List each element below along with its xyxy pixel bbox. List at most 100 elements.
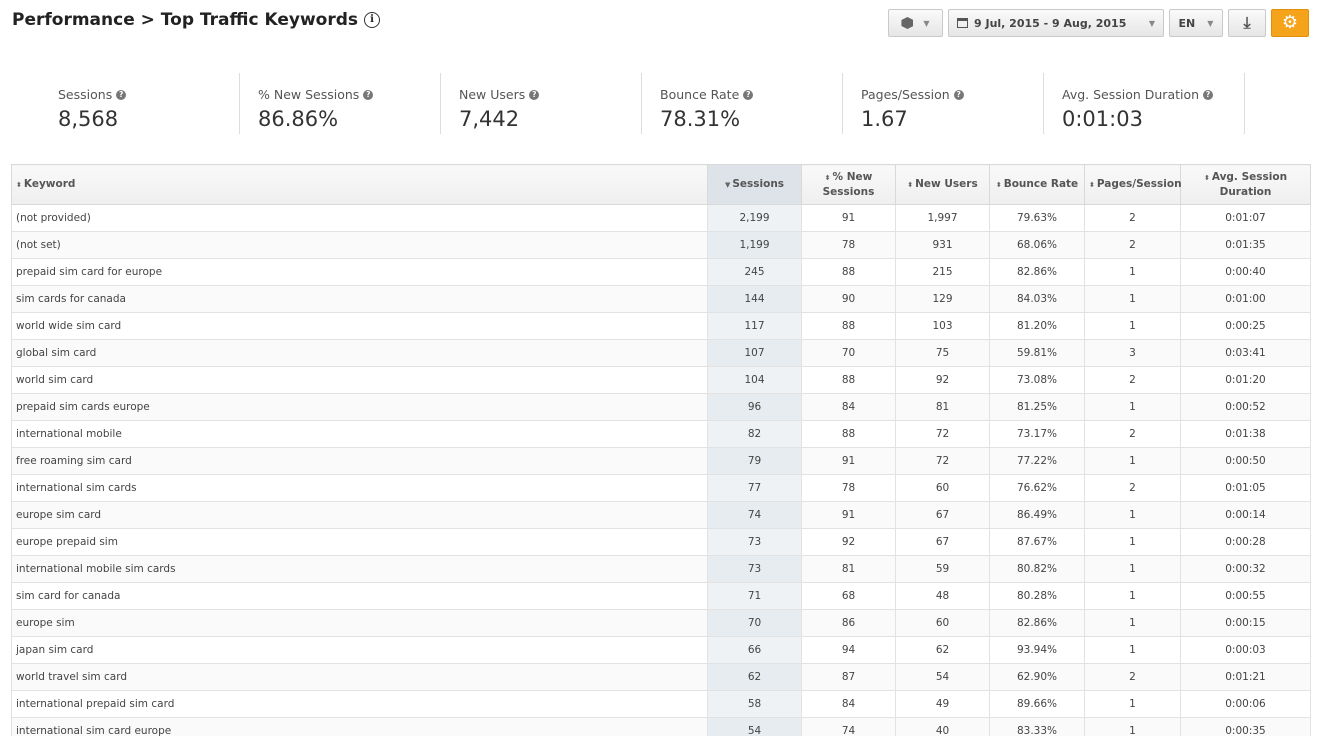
table-cell: 62.90% [989,663,1085,691]
table-row[interactable]: europe sim 70 86 60 82.86% 1 0:00:15 [11,609,1311,637]
kpi-card: New Users? 7,442 [441,73,642,134]
date-range-picker[interactable]: 9 Jul, 2015 - 9 Aug, 2015 ▼ [948,9,1164,37]
table-cell: 1 [1084,636,1181,664]
table-cell: 84 [801,690,896,718]
table-row[interactable]: europe prepaid sim 73 92 67 87.67% 1 0:00:28 [11,528,1311,556]
table-row[interactable]: free roaming sim card 79 91 72 77.22% 1 0:00:5… [11,447,1311,475]
table-cell: 82.86% [989,609,1085,637]
help-icon[interactable]: ? [363,89,374,100]
table-cell: international prepaid sim card [11,690,708,718]
column-header[interactable]: ⬍ Pages/Session [1084,164,1182,205]
gear-icon: ⚙ [1281,12,1299,33]
table-cell: 3 [1084,339,1181,367]
table-row[interactable]: world sim card 104 88 92 73.08% 2 0:01:20 [11,366,1311,394]
table-cell: 79.63% [989,204,1085,232]
table-cell: 144 [707,285,802,313]
kpi-label: Avg. Session Duration? [1062,87,1244,102]
info-icon[interactable]: i [364,12,380,28]
column-header[interactable]: ▼ Sessions [707,164,802,205]
table-cell: 87.67% [989,528,1085,556]
table-cell: global sim card [11,339,708,367]
sort-icon: ⬍ [16,181,22,189]
table-row[interactable]: (not provided) 2,199 91 1,997 79.63% 2 0:01:07 [11,204,1311,232]
settings-button[interactable]: ⚙ [1271,9,1309,37]
table-cell: international mobile [11,420,708,448]
table-row[interactable]: sim card for canada 71 68 48 80.28% 1 0:00:55 [11,582,1311,610]
kpi-value: 1.67 [861,107,908,131]
table-cell: international sim cards [11,474,708,502]
kpi-label-text: Sessions [58,87,113,102]
help-icon[interactable]: ? [529,89,540,100]
table-cell: 2 [1084,231,1181,259]
table-cell: 0:01:05 [1180,474,1311,502]
table-row[interactable]: international mobile 82 88 72 73.17% 2 0:01:38 [11,420,1311,448]
table-row[interactable]: sim cards for canada 144 90 129 84.03% 1 0:01:… [11,285,1311,313]
kpi-label: Bounce Rate? [660,87,842,102]
help-icon[interactable]: ? [953,89,964,100]
page: Performance > Top Traffic Keywords i ▼ 9… [0,0,1319,736]
table-row[interactable]: international sim card europe 54 74 40 83.33… [11,717,1311,736]
table-row[interactable]: japan sim card 66 94 62 93.94% 1 0:00:03 [11,636,1311,664]
table-cell: 73 [707,555,802,583]
language-label: EN [1178,16,1196,30]
language-dropdown[interactable]: EN ▼ [1169,9,1223,37]
table-cell: 931 [895,231,990,259]
table-cell: 92 [895,366,990,394]
column-header[interactable]: ⬍ Keyword [11,164,708,205]
column-header[interactable]: ⬍ Bounce Rate [989,164,1085,205]
kpi-label-text: New Users [459,87,526,102]
table-cell: 1,199 [707,231,802,259]
table-cell: 68.06% [989,231,1085,259]
table-row[interactable]: international mobile sim cards 73 81 59 80.8… [11,555,1311,583]
table-row[interactable]: international prepaid sim card 58 84 49 89.6… [11,690,1311,718]
kpi-value: 86.86% [258,107,339,131]
table-row[interactable]: prepaid sim card for europe 245 88 215 82.86… [11,258,1311,286]
table-cell: 92 [801,528,896,556]
help-icon[interactable]: ? [1203,89,1214,100]
chevron-down-icon: ▼ [923,18,930,28]
kpi-label: % New Sessions? [258,87,440,102]
table-row[interactable]: world wide sim card 117 88 103 81.20% 1 0:00:2… [11,312,1311,340]
table-cell: 245 [707,258,802,286]
kpi-value: 0:01:03 [1062,107,1143,131]
table-row[interactable]: international sim cards 77 78 60 76.62% 2 0:01… [11,474,1311,502]
chevron-down-icon: ▼ [1207,18,1214,28]
table-cell: sim cards for canada [11,285,708,313]
table-cell: 87 [801,663,896,691]
download-button[interactable]: ⤓ [1228,9,1266,37]
table-cell: 1,997 [895,204,990,232]
table-cell: 0:00:06 [1180,690,1311,718]
table-cell: 2 [1084,474,1181,502]
table-row[interactable]: (not set) 1,199 78 931 68.06% 2 0:01:35 [11,231,1311,259]
table-cell: world wide sim card [11,312,708,340]
table-cell: international sim card europe [11,717,708,736]
table-cell: 0:01:35 [1180,231,1311,259]
column-header[interactable]: ⬍% New Sessions [801,164,896,205]
table-row[interactable]: global sim card 107 70 75 59.81% 3 0:03:41 [11,339,1311,367]
kpi-summary: Sessions? 8,568 % New Sessions? 86.86% New U… [40,73,1245,134]
table-row[interactable]: prepaid sim cards europe 96 84 81 81.25% 1 0:0… [11,393,1311,421]
table-cell: 72 [895,420,990,448]
kpi-value: 7,442 [459,107,520,131]
table-cell: 88 [801,312,896,340]
table-cell: 76.62% [989,474,1085,502]
table-row[interactable]: europe sim card 74 91 67 86.49% 1 0:00:14 [11,501,1311,529]
table-cell: 67 [895,528,990,556]
segment-dropdown[interactable]: ▼ [888,9,943,37]
kpi-label-text: Pages/Session [861,87,950,102]
table-cell: world travel sim card [11,663,708,691]
column-header[interactable]: ⬍ New Users [895,164,990,205]
table-cell: 90 [801,285,896,313]
chevron-down-icon: ▼ [1148,18,1155,28]
kpi-card: Avg. Session Duration? 0:01:03 [1044,73,1245,134]
table-cell: 1 [1084,501,1181,529]
table-cell: prepaid sim cards europe [11,393,708,421]
table-cell: 88 [801,258,896,286]
kpi-label: Pages/Session? [861,87,1043,102]
column-header[interactable]: ⬍ Avg. Session Duration [1180,164,1311,205]
table-row[interactable]: world travel sim card 62 87 54 62.90% 2 0:01:2… [11,663,1311,691]
table-cell: 2 [1084,204,1181,232]
help-icon[interactable]: ? [743,89,754,100]
table-cell: 0:00:55 [1180,582,1311,610]
help-icon[interactable]: ? [116,89,127,100]
